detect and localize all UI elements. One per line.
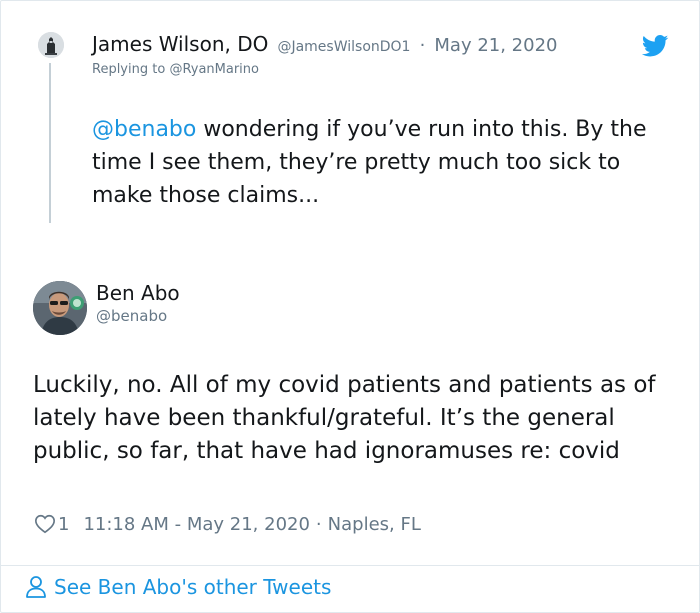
- parent-author-handle[interactable]: @JamesWilsonDO1: [277, 39, 410, 55]
- parent-tweet-text: @benabo wondering if you’ve run into thi…: [92, 113, 672, 212]
- thread-connector-line: [49, 63, 51, 223]
- like-count[interactable]: 1: [58, 514, 69, 535]
- author-avatar-image: [33, 281, 87, 335]
- heart-icon[interactable]: [34, 513, 56, 535]
- replying-to-prefix: Replying to: [92, 62, 166, 77]
- author-handle[interactable]: @benabo: [96, 307, 167, 325]
- see-other-tweets-label: See Ben Abo's other Tweets: [54, 575, 332, 599]
- parent-tweet-date[interactable]: May 21, 2020: [434, 35, 557, 56]
- replying-to-line: Replying to @RyanMarino: [92, 62, 259, 77]
- parent-header-separator: ·: [419, 35, 426, 56]
- tweet-location[interactable]: Naples, FL: [328, 514, 421, 535]
- parent-author-name[interactable]: James Wilson, DO: [92, 32, 268, 56]
- parent-avatar[interactable]: [38, 32, 64, 58]
- see-other-tweets-link[interactable]: See Ben Abo's other Tweets: [25, 575, 331, 599]
- tweet-timestamp[interactable]: 11:18 AM - May 21, 2020: [83, 514, 309, 535]
- tweet-text: Luckily, no. All of my covid patients an…: [33, 372, 656, 464]
- replying-to-handle[interactable]: @RyanMarino: [169, 62, 259, 77]
- meta-separator: ·: [315, 513, 322, 535]
- parent-avatar-image: [38, 32, 64, 58]
- author-name[interactable]: Ben Abo: [96, 281, 180, 305]
- person-icon: [26, 576, 46, 598]
- parent-mention-link[interactable]: @benabo: [92, 117, 196, 142]
- author-avatar[interactable]: [33, 281, 87, 335]
- twitter-bird-icon[interactable]: [642, 35, 669, 57]
- parent-tweet-header: James Wilson, DO @JamesWilsonDO1 · May 2…: [92, 32, 557, 56]
- embedded-tweet-card: James Wilson, DO @JamesWilsonDO1 · May 2…: [0, 0, 700, 613]
- footer-divider: [1, 565, 699, 566]
- tweet-meta: 1 11:18 AM - May 21, 2020 · Naples, FL: [34, 513, 421, 535]
